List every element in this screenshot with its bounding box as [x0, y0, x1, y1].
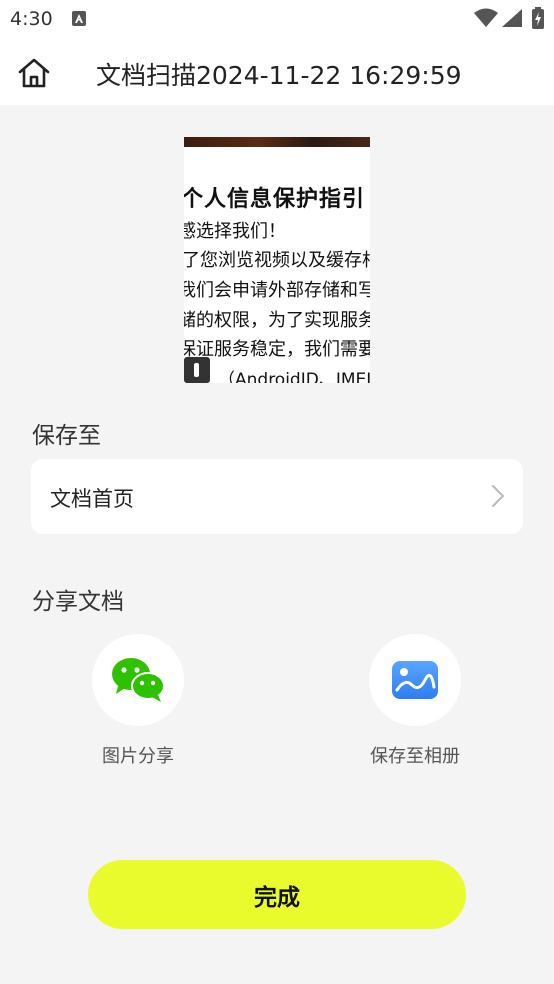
share-image-label: 图片分享 — [102, 746, 174, 767]
preview-line: 我们会申请外部存储和写 — [184, 280, 370, 301]
save-destination-value: 文档首页 — [50, 487, 134, 511]
preview-line: 感选择我们！ — [184, 221, 286, 242]
save-to-album-button[interactable]: 保存至相册 — [345, 634, 485, 768]
preview-line: （AndroidID、IMEI、 — [218, 370, 370, 383]
preview-image-strip — [184, 137, 370, 147]
preview-floating-icon — [184, 357, 210, 383]
chevron-right-icon — [491, 484, 505, 512]
preview-heading: 个人信息保护指引 — [184, 187, 366, 212]
gallery-icon — [392, 661, 438, 699]
save-destination-selector[interactable]: 文档首页 — [31, 459, 523, 534]
wifi-icon — [474, 8, 498, 32]
preview-line: 保证服务稳定，我们需要 — [184, 339, 370, 360]
preview-line: 了您浏览视频以及缓存相 — [184, 250, 370, 271]
notification-a-icon — [72, 11, 86, 26]
status-bar: 4:30 — [0, 0, 554, 40]
share-document-label: 分享文档 — [32, 589, 124, 615]
share-image-button[interactable]: 图片分享 — [68, 634, 208, 768]
document-preview[interactable]: 个人信息保护指引 感选择我们！ 了您浏览视频以及缓存相 我们会申请外部存储和写 … — [184, 137, 370, 383]
preview-line: 储的权限，为了实现服务 — [184, 310, 370, 331]
save-album-circle — [369, 634, 461, 726]
share-image-circle — [92, 634, 184, 726]
header: 文档扫描2024-11-22 16:29:59 — [0, 40, 554, 105]
status-time: 4:30 — [10, 8, 53, 30]
home-button[interactable] — [14, 54, 54, 92]
battery-icon — [532, 7, 544, 33]
wechat-icon — [112, 658, 165, 702]
save-album-label: 保存至相册 — [370, 746, 460, 767]
signal-icon — [502, 9, 522, 31]
save-to-label: 保存至 — [32, 423, 101, 449]
done-button[interactable]: 完成 — [88, 860, 466, 929]
page-title: 文档扫描2024-11-22 16:29:59 — [96, 61, 462, 90]
home-icon — [18, 58, 50, 88]
